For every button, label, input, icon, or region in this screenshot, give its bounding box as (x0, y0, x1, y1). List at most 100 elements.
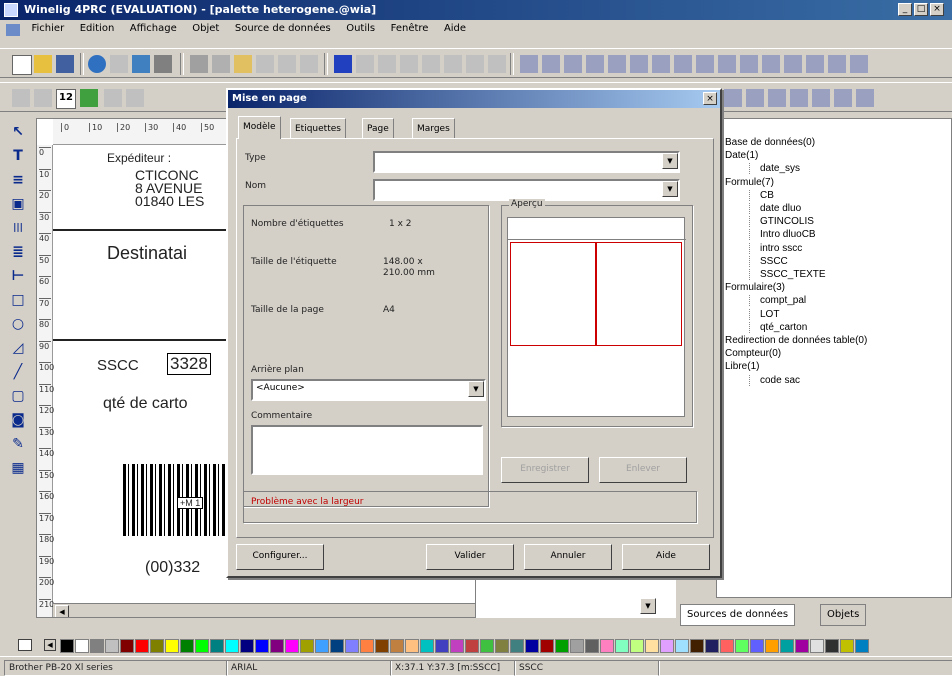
open-icon[interactable] (34, 55, 52, 73)
polygon-icon[interactable]: ◿ (8, 338, 28, 358)
color-swatch[interactable] (105, 639, 119, 653)
undo-icon[interactable] (278, 55, 296, 73)
up-icon[interactable] (422, 55, 440, 73)
color-swatch[interactable] (540, 639, 554, 653)
tree-leaf[interactable]: code sac (749, 374, 800, 386)
color-swatch[interactable] (630, 639, 644, 653)
align-icon[interactable] (334, 55, 352, 73)
maximize-icon[interactable]: □ (914, 3, 928, 16)
chevron-down-icon[interactable]: ▼ (662, 181, 678, 197)
color-swatch[interactable] (825, 639, 839, 653)
align-center-icon[interactable] (542, 55, 560, 73)
color-swatch[interactable] (690, 639, 704, 653)
scroll-down-icon[interactable]: ▼ (640, 598, 656, 614)
tree-leaf[interactable]: compt_pal (749, 295, 806, 307)
tree-leaf[interactable]: GTINCOLIS (749, 216, 814, 228)
color-swatch[interactable] (180, 639, 194, 653)
ungroup-icon[interactable] (828, 55, 846, 73)
rectangle-icon[interactable]: □ (8, 290, 28, 310)
tree-node[interactable]: Formulaire(3) (725, 282, 785, 293)
tab-modele[interactable]: Modèle (238, 116, 281, 139)
tool-c-icon[interactable] (768, 89, 786, 107)
save-icon[interactable] (56, 55, 74, 73)
rich-text-icon[interactable]: ≣ (8, 242, 28, 262)
color-swatch[interactable] (375, 639, 389, 653)
menu-affichage[interactable]: Affichage (124, 20, 183, 37)
color-swatch[interactable] (435, 639, 449, 653)
rounded-rect-icon[interactable]: ▢ (8, 386, 28, 406)
tree-leaf[interactable]: LOT (749, 308, 779, 320)
paragraph-tool-icon[interactable]: ≡ (8, 170, 28, 190)
zoom-fit-icon[interactable] (12, 89, 30, 107)
color-swatch[interactable] (615, 639, 629, 653)
tool-b-icon[interactable] (746, 89, 764, 107)
ole-icon[interactable]: ◙ (8, 410, 28, 430)
color-swatch[interactable] (765, 639, 779, 653)
print-icon[interactable] (88, 55, 106, 73)
color-swatch[interactable] (150, 639, 164, 653)
ellipse-icon[interactable]: ○ (8, 314, 28, 334)
chevron-down-icon[interactable]: ▼ (468, 381, 484, 397)
annuler-button[interactable]: Annuler (524, 544, 612, 570)
color-swatch[interactable] (510, 639, 524, 653)
same-width-icon[interactable] (696, 55, 714, 73)
tree-node[interactable]: Redirection de données table(0) (725, 335, 867, 346)
same-size-icon[interactable] (740, 55, 758, 73)
menu-aide[interactable]: Aide (438, 20, 472, 37)
diagonal-line-icon[interactable]: ╱ (8, 362, 28, 382)
line-h-icon[interactable]: ⊢ (8, 266, 28, 286)
image-tool-icon[interactable]: ▣ (8, 194, 28, 214)
color-swatch[interactable] (780, 639, 794, 653)
sscc-value[interactable]: 3328 (167, 353, 211, 375)
color-swatch[interactable] (135, 639, 149, 653)
align-right-icon[interactable] (564, 55, 582, 73)
tool-e-icon[interactable] (812, 89, 830, 107)
color-swatch[interactable] (195, 639, 209, 653)
tab-page[interactable]: Page (362, 118, 394, 139)
barcode-human-text[interactable]: (00)332 (145, 559, 200, 577)
color-swatch[interactable] (480, 639, 494, 653)
color-swatch[interactable] (465, 639, 479, 653)
tree-leaf[interactable]: Intro dluoCB (749, 229, 816, 241)
move-icon[interactable] (132, 55, 150, 73)
grid-icon[interactable] (762, 55, 780, 73)
doc-icon[interactable] (6, 24, 20, 36)
align-left-icon[interactable] (520, 55, 538, 73)
horizontal-scrollbar[interactable]: ◀ (53, 603, 475, 617)
color-swatch[interactable] (390, 639, 404, 653)
color-swatch[interactable] (495, 639, 509, 653)
color-swatch[interactable] (225, 639, 239, 653)
commentaire-field[interactable] (251, 425, 483, 475)
tree-node[interactable]: Compteur(0) (725, 348, 781, 359)
color-swatch[interactable] (660, 639, 674, 653)
qte-carton-label[interactable]: qté de carto (103, 395, 188, 413)
color-swatch[interactable] (645, 639, 659, 653)
configurer-button[interactable]: Configurer... (236, 544, 324, 570)
color-swatch[interactable] (555, 639, 569, 653)
color-swatch[interactable] (60, 639, 74, 653)
tree-leaf[interactable]: CB (749, 189, 774, 201)
tree-node[interactable]: Base de données(0) (725, 137, 815, 148)
color-swatch[interactable] (120, 639, 134, 653)
enlever-button[interactable]: Enlever (599, 457, 687, 483)
color-swatch[interactable] (735, 639, 749, 653)
align-top-icon[interactable] (586, 55, 604, 73)
tab-data-sources[interactable]: Sources de données (680, 604, 796, 626)
color-swatch[interactable] (810, 639, 824, 653)
copy-icon[interactable] (212, 55, 230, 73)
color-swatch[interactable] (240, 639, 254, 653)
color-swatch[interactable] (525, 639, 539, 653)
menu-fenetre[interactable]: Fenêtre (385, 20, 435, 37)
type-select[interactable]: ▼ (373, 151, 680, 173)
close-icon[interactable]: × (930, 3, 944, 16)
color-swatch[interactable] (90, 639, 104, 653)
color-swatch[interactable] (300, 639, 314, 653)
magnifier-icon[interactable] (126, 89, 144, 107)
color-swatch[interactable] (330, 639, 344, 653)
color-swatch[interactable] (405, 639, 419, 653)
menu-objet[interactable]: Objet (186, 20, 225, 37)
align-bottom-icon[interactable] (630, 55, 648, 73)
minimize-icon[interactable]: _ (898, 3, 912, 16)
color-swatch[interactable] (165, 639, 179, 653)
paste-icon[interactable] (234, 55, 252, 73)
